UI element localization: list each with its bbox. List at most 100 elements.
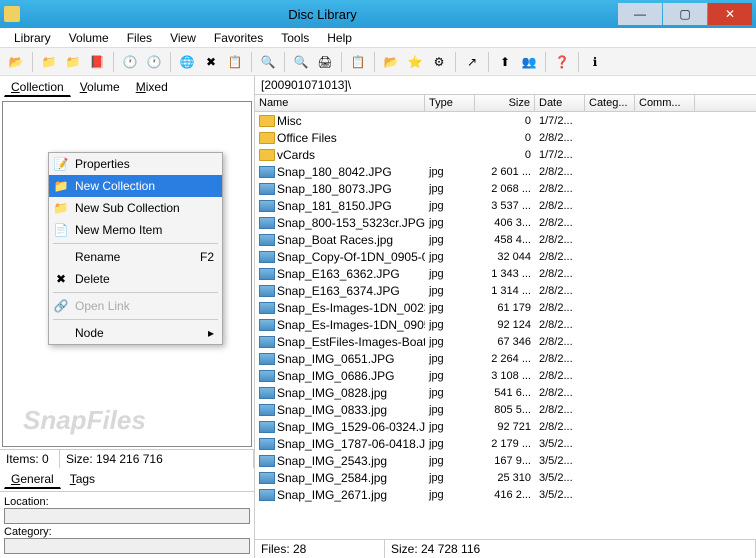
file-row[interactable]: Misc01/7/2... [255,112,756,129]
file-row[interactable]: Snap_EstFiles-Images-Boat R...jpg67 3462… [255,333,756,350]
toolbar-button-9[interactable]: 🔍 [258,52,278,72]
toolbar-button-1[interactable]: 📁 [39,52,59,72]
folder-icon [259,149,275,161]
file-row[interactable]: vCards01/7/2... [255,146,756,163]
file-row[interactable]: Snap_800-153_5323cr.JPGjpg406 3...2/8/2.… [255,214,756,231]
context-label: New Sub Collection [75,201,180,215]
toolbar-button-15[interactable]: ⚙ [429,52,449,72]
category-input[interactable] [4,538,250,554]
toolbar-button-16[interactable]: ↗ [462,52,482,72]
shortcut: F2 [200,250,214,264]
file-row[interactable]: Office Files02/8/2... [255,129,756,146]
file-date: 3/5/2... [535,438,585,450]
file-type: jpg [425,387,475,399]
file-type: jpg [425,404,475,416]
menu-help[interactable]: Help [319,30,360,45]
toolbar-button-0[interactable]: 📂 [6,52,26,72]
toolbar-button-2[interactable]: 📁 [63,52,83,72]
toolbar-button-18[interactable]: 👥 [519,52,539,72]
file-row[interactable]: Snap_Es-Images-1DN_0023-...jpg61 1792/8/… [255,299,756,316]
context-new-collection[interactable]: 📁New Collection [49,175,222,197]
toolbar-button-7[interactable]: ✖ [201,52,221,72]
toolbar-button-17[interactable]: ⬆ [495,52,515,72]
column-header-date[interactable]: Date [535,95,585,111]
file-row[interactable]: Snap_IMG_2543.jpgjpg167 9...3/5/2... [255,452,756,469]
maximize-button[interactable]: ▢ [663,3,707,25]
menu-volume[interactable]: Volume [61,30,117,45]
column-header-comm[interactable]: Comm... [635,95,695,111]
file-size: 67 346 [475,336,535,348]
toolbar-button-19[interactable]: ❓ [552,52,572,72]
file-size: 2 179 ... [475,438,535,450]
file-row[interactable]: Snap_181_8150.JPGjpg3 537 ...2/8/2... [255,197,756,214]
file-row[interactable]: Snap_IMG_1529-06-0324.JPGjpg92 7212/8/2.… [255,418,756,435]
tab-general[interactable]: General [4,470,61,489]
context-label: Properties [75,157,130,171]
menu-library[interactable]: Library [6,30,59,45]
location-input[interactable] [4,508,250,524]
minimize-button[interactable]: — [618,3,662,25]
menu-tools[interactable]: Tools [273,30,317,45]
context-delete[interactable]: ✖Delete [49,268,222,290]
toolbar-button-14[interactable]: ⭐ [405,52,425,72]
file-row[interactable]: Snap_IMG_0833.jpgjpg805 5...2/8/2... [255,401,756,418]
file-list[interactable]: Misc01/7/2...Office Files02/8/2...vCards… [255,112,756,539]
column-header-type[interactable]: Type [425,95,475,111]
menu-favorites[interactable]: Favorites [206,30,271,45]
file-size: 167 9... [475,455,535,467]
toolbar-button-8[interactable]: 📋 [225,52,245,72]
image-icon [259,285,275,297]
file-row[interactable]: Snap_E163_6374.JPGjpg1 314 ...2/8/2... [255,282,756,299]
tab-volume[interactable]: Volume [73,78,127,97]
file-size: 1 314 ... [475,285,535,297]
file-type: jpg [425,421,475,433]
close-button[interactable]: ✕ [708,3,752,25]
file-row[interactable]: Snap_IMG_2584.jpgjpg25 3103/5/2... [255,469,756,486]
context-label: Open Link [75,299,130,313]
file-size: 406 3... [475,217,535,229]
menu-files[interactable]: Files [119,30,160,45]
tab-mixed[interactable]: Mixed [129,78,175,97]
tab-tags[interactable]: Tags [63,470,102,489]
file-row[interactable]: Snap_Es-Images-1DN_0905-...jpg92 1242/8/… [255,316,756,333]
image-icon [259,421,275,433]
toolbar-button-3[interactable]: 📕 [87,52,107,72]
column-header-categ[interactable]: Categ... [585,95,635,111]
image-icon [259,438,275,450]
column-header-name[interactable]: Name [255,95,425,111]
context-node[interactable]: Node▸ [49,322,222,344]
toolbar-button-20[interactable]: ℹ [585,52,605,72]
context-properties[interactable]: 📝Properties [49,153,222,175]
file-row[interactable]: Snap_180_8042.JPGjpg2 601 ...2/8/2... [255,163,756,180]
toolbar-button-6[interactable]: 🌐 [177,52,197,72]
file-size: 2 068 ... [475,183,535,195]
toolbar-button-5[interactable]: 🕐 [144,52,164,72]
file-date: 2/8/2... [535,319,585,331]
menu-view[interactable]: View [162,30,204,45]
context-rename[interactable]: RenameF2 [49,246,222,268]
file-row[interactable]: Snap_E163_6362.JPGjpg1 343 ...2/8/2... [255,265,756,282]
context-new-sub-collection[interactable]: 📁New Sub Collection [49,197,222,219]
file-date: 2/8/2... [535,166,585,178]
file-name: Snap_IMG_0686.JPG [277,369,394,383]
file-row[interactable]: Snap_180_8073.JPGjpg2 068 ...2/8/2... [255,180,756,197]
file-row[interactable]: Snap_Copy-Of-1DN_0905-06...jpg32 0442/8/… [255,248,756,265]
context-open-link: 🔗Open Link [49,295,222,317]
toolbar-button-12[interactable]: 📋 [348,52,368,72]
file-name: Snap_181_8150.JPG [277,199,392,213]
file-row[interactable]: Snap_IMG_0651.JPGjpg2 264 ...2/8/2... [255,350,756,367]
column-header-size[interactable]: Size [475,95,535,111]
file-row[interactable]: Snap_IMG_2671.jpgjpg416 2...3/5/2... [255,486,756,503]
file-row[interactable]: Snap_IMG_1787-06-0418.JPGjpg2 179 ...3/5… [255,435,756,452]
toolbar-button-10[interactable]: 🔍 [291,52,311,72]
toolbar-button-11[interactable]: 🖨 [315,52,335,72]
context-new-memo-item[interactable]: 📄New Memo Item [49,219,222,241]
toolbar-button-4[interactable]: 🕐 [120,52,140,72]
file-row[interactable]: Snap_IMG_0828.jpgjpg541 6...2/8/2... [255,384,756,401]
toolbar-button-13[interactable]: 📂 [381,52,401,72]
file-date: 2/8/2... [535,370,585,382]
file-row[interactable]: Snap_IMG_0686.JPGjpg3 108 ...2/8/2... [255,367,756,384]
tab-collection[interactable]: Collection [4,78,71,97]
file-row[interactable]: Snap_Boat Races.jpgjpg458 4...2/8/2... [255,231,756,248]
file-type: jpg [425,183,475,195]
